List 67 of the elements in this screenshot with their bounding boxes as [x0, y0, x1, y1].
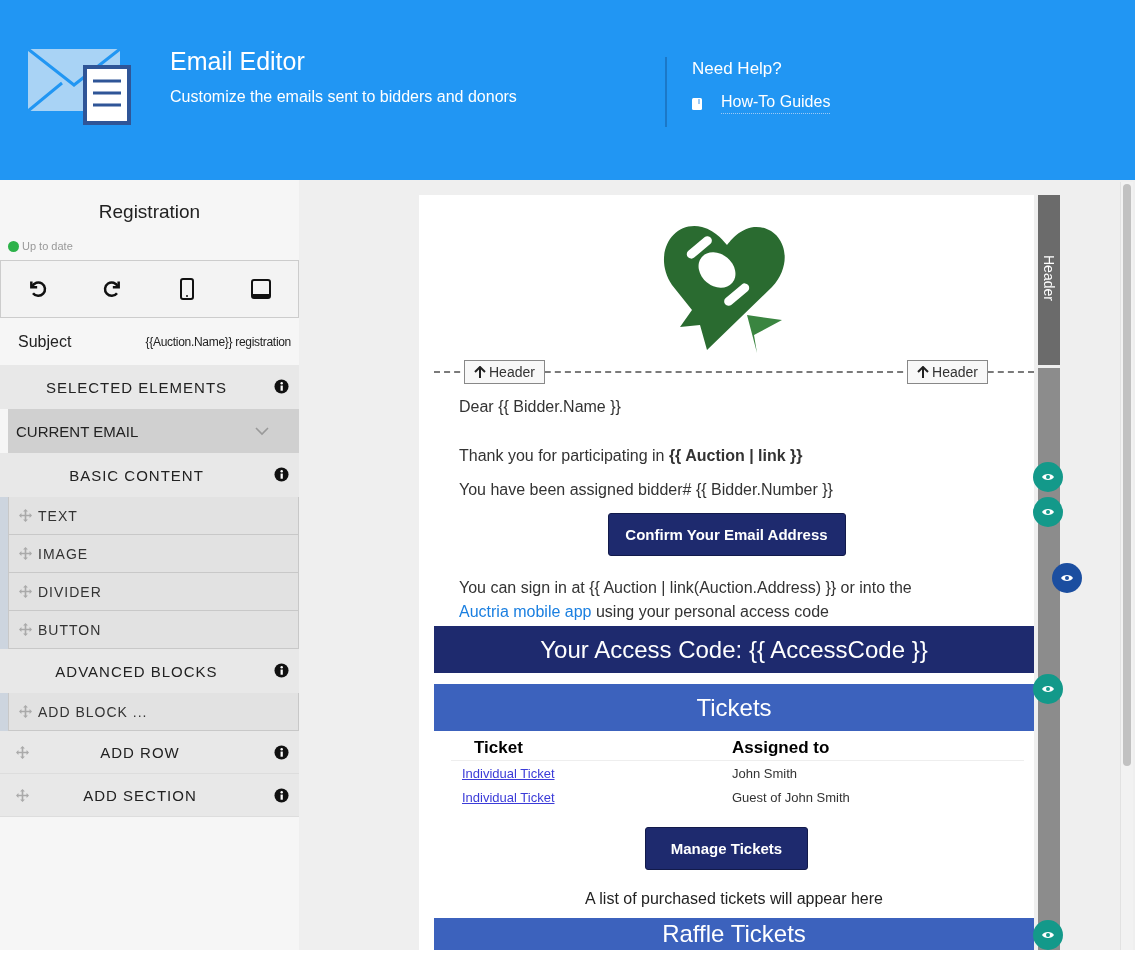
info-icon[interactable] — [274, 788, 289, 803]
book-icon — [692, 97, 702, 110]
drag-handle-icon[interactable] — [16, 788, 29, 802]
drag-handle-icon[interactable] — [16, 745, 29, 759]
ticket-link[interactable]: Individual Ticket — [462, 789, 555, 805]
info-icon[interactable] — [274, 745, 289, 760]
drag-handle-icon[interactable] — [19, 509, 32, 522]
tablet-icon — [250, 279, 271, 299]
info-icon[interactable] — [274, 467, 289, 482]
drag-handle-icon[interactable] — [19, 547, 32, 560]
block-item[interactable]: ADD BLOCK ... — [8, 693, 299, 731]
phone-icon — [179, 278, 194, 300]
ticket-link[interactable]: Individual Ticket — [462, 765, 555, 781]
eye-icon — [1041, 684, 1055, 694]
section-heading: BASIC CONTENT — [68, 466, 205, 484]
arrow-up-icon — [474, 365, 486, 379]
subject-value: {{Auction.Name}} registration — [145, 334, 291, 349]
eye-icon — [1041, 930, 1055, 940]
email-dropdown[interactable]: CURRENT EMAIL — [8, 409, 299, 453]
column-header: Assigned to — [731, 738, 831, 758]
block-item[interactable]: BUTTON — [8, 611, 299, 649]
table-cell-text: John Smith — [732, 765, 799, 781]
header-rail[interactable]: Header — [1038, 195, 1060, 365]
subject-label: Subject — [18, 332, 72, 351]
redo-icon — [102, 279, 123, 299]
paragraph: You have been assigned bidder# {{ Bidder.Number }} — [458, 480, 834, 500]
app-link[interactable]: Auctria mobile app — [459, 603, 592, 620]
eye-icon — [1041, 507, 1055, 517]
status-text: Up to date — [22, 240, 73, 252]
manage-tickets-button[interactable]: Manage Tickets — [645, 827, 808, 870]
block-item[interactable]: IMAGE — [8, 535, 299, 573]
visibility-toggle[interactable] — [1033, 920, 1063, 950]
section-banner: Tickets — [434, 684, 1034, 731]
undo-icon — [28, 279, 49, 299]
drag-handle-icon[interactable] — [19, 623, 32, 636]
help-title: Need Help? — [692, 59, 783, 79]
section-heading: ADVANCED BLOCKS — [54, 662, 219, 680]
info-icon[interactable] — [274, 663, 289, 678]
confirm-email-button[interactable]: Confirm Your Email Address — [607, 513, 846, 556]
envelope-document-icon — [27, 47, 132, 127]
visibility-toggle[interactable] — [1033, 674, 1063, 704]
visibility-toggle[interactable] — [1033, 462, 1063, 492]
visibility-toggle[interactable] — [1052, 563, 1082, 593]
column-header: Ticket — [473, 738, 524, 758]
drag-handle-icon[interactable] — [19, 585, 32, 598]
block-item[interactable]: DIVIDER — [8, 573, 299, 611]
move-header-button[interactable]: Header — [464, 360, 545, 384]
caption: A list of purchased tickets will appear here — [584, 890, 884, 908]
scrollbar[interactable] — [1120, 182, 1133, 950]
visibility-toggle[interactable] — [1033, 497, 1063, 527]
template-title: Registration — [97, 200, 202, 224]
paragraph: Thank you for participating in {{ Auction | link }} — [458, 446, 804, 466]
paragraph: Dear {{ Bidder.Name }} — [458, 397, 622, 417]
table-cell-text: Guest of John Smith — [732, 789, 851, 805]
eye-icon — [1060, 573, 1074, 583]
arrow-up-icon — [917, 365, 930, 379]
page-title: Email Editor — [170, 47, 306, 76]
section-banner: Raffle Tickets — [434, 918, 1034, 950]
move-header-button[interactable]: Header — [907, 360, 988, 384]
paragraph: You can sign in at {{ Auction | link(Auction.Address) }} or into the Auctria mobile app using your personal access code — [458, 578, 913, 622]
drag-handle-icon[interactable] — [19, 705, 32, 718]
info-icon[interactable] — [274, 379, 289, 394]
section-banner: Your Access Code: {{ AccessCode }} — [434, 626, 1034, 673]
section-heading: SELECTED ELEMENTS — [44, 378, 229, 396]
page-subtitle: Customize the emails sent to bidders and donors — [170, 88, 518, 106]
eye-icon — [1041, 472, 1055, 482]
block-item[interactable]: TEXT — [8, 497, 299, 535]
